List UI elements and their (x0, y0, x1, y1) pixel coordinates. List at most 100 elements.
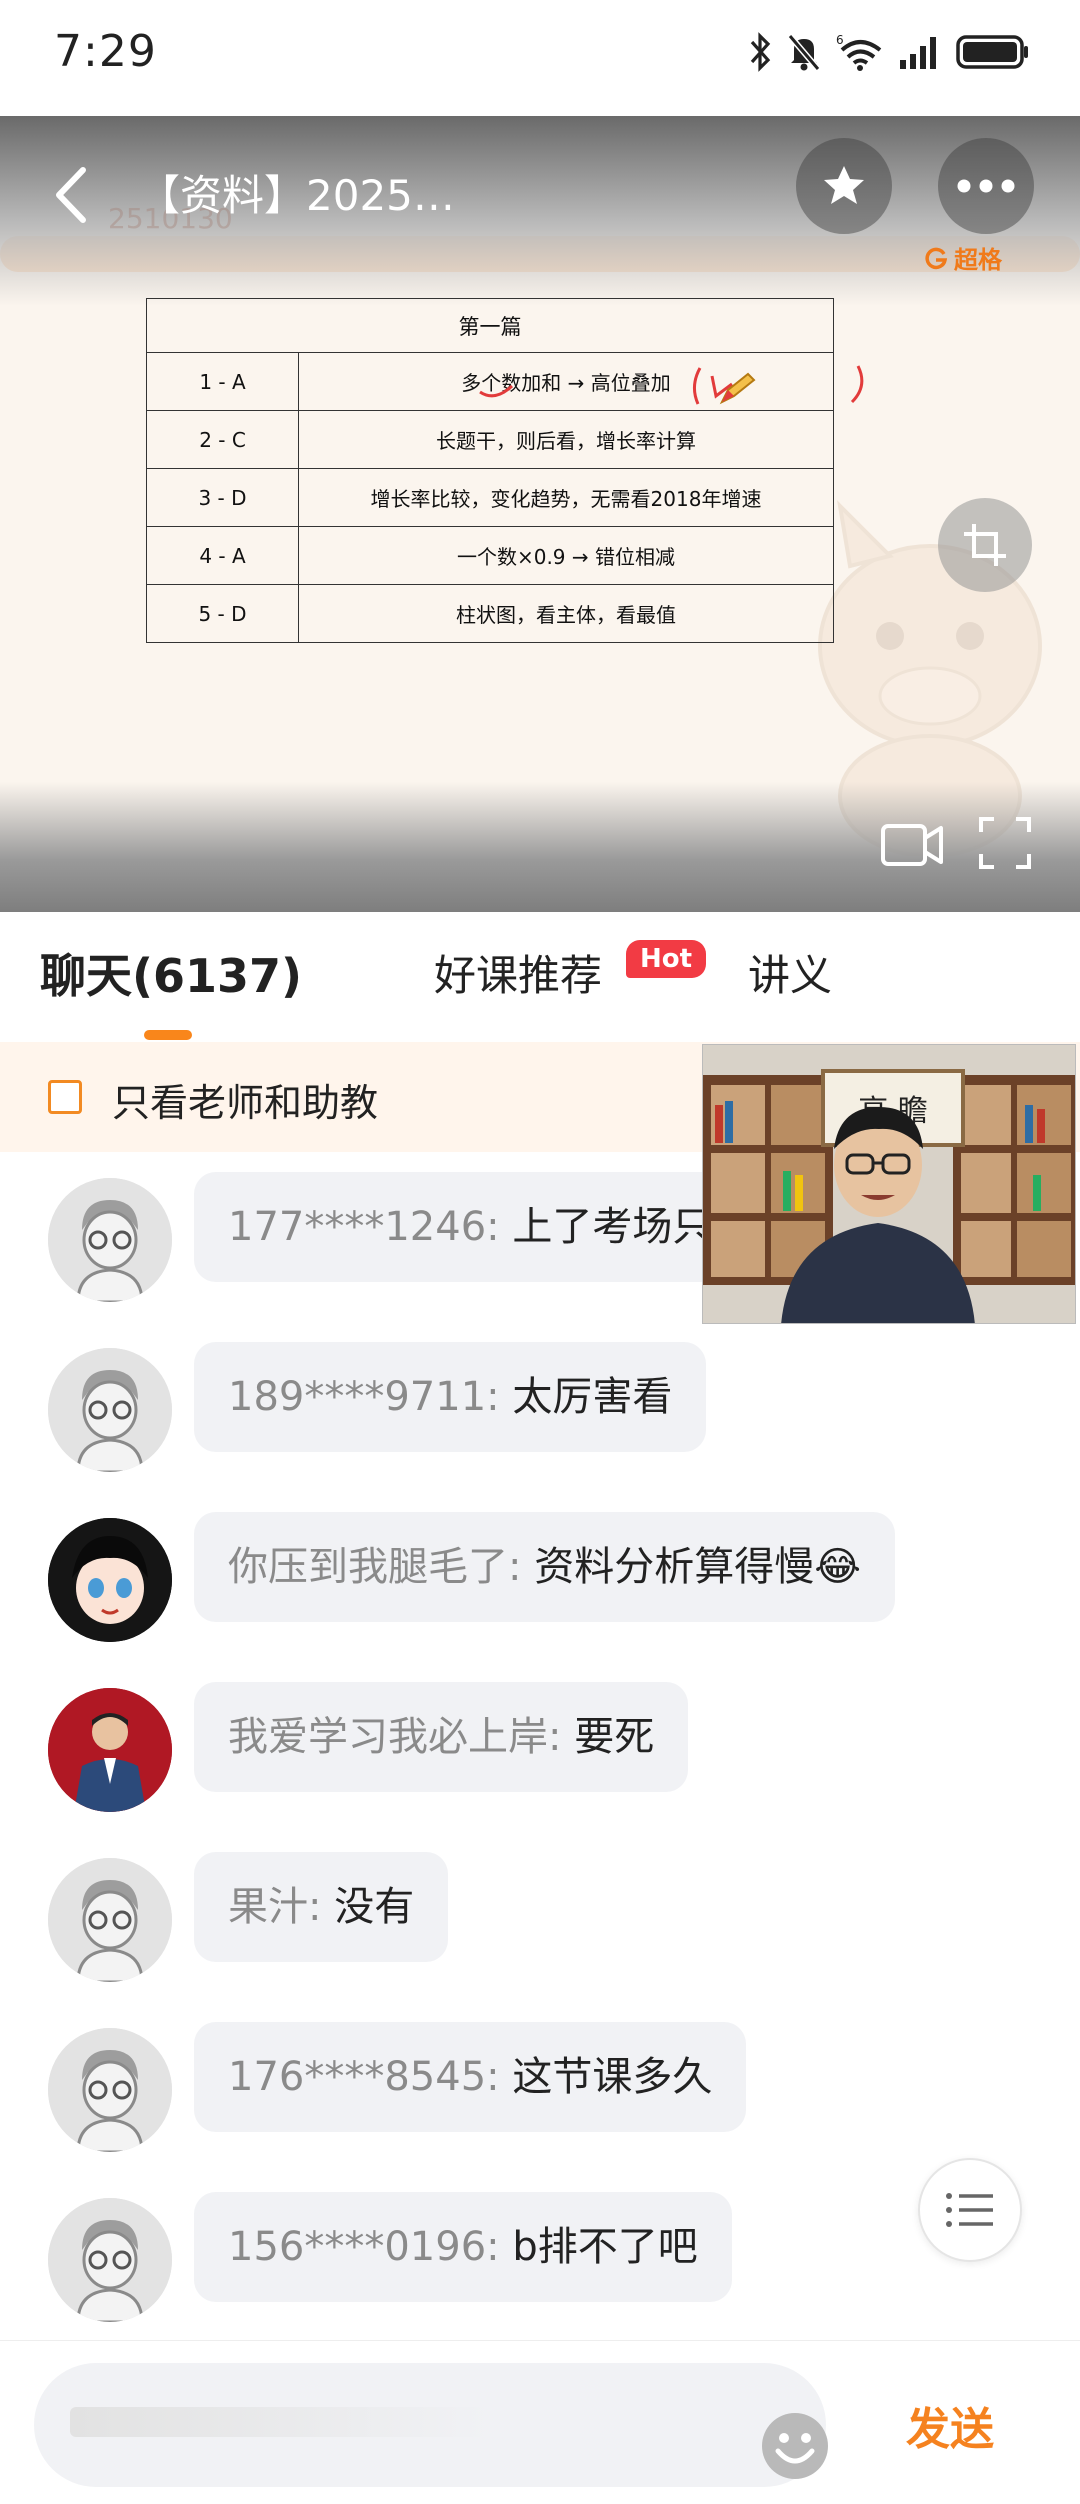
avatar[interactable] (48, 1518, 172, 1642)
message-text: 没有 (334, 1884, 415, 1930)
slide-row: 3 - D 增长率比较，变化趋势，无需看2018年增速 (146, 468, 834, 527)
tab-bar: 聊天(6137) 好课推荐 Hot 讲义 (0, 912, 1080, 1040)
slide-row: 5 - D 柱状图，看主体，看最值 (146, 584, 834, 643)
status-icons: 6 (748, 30, 1030, 74)
chevron-left-icon (56, 167, 86, 223)
message-bubble[interactable]: 果汁: 没有 (194, 1852, 449, 1962)
slide-row: 1 - A 多个数加和 → 高位叠加 (146, 352, 834, 411)
message-bubble[interactable]: 189****9711: 太厉害看 (194, 1342, 707, 1452)
message-input[interactable] (34, 2363, 828, 2487)
chat-message: 156****0196: b排不了吧 (0, 2172, 1080, 2322)
favorite-button[interactable] (796, 138, 892, 234)
list-icon (946, 2193, 993, 2227)
status-bar: 7:29 6 (0, 0, 1080, 116)
more-dots-icon (957, 179, 1015, 193)
message-bubble[interactable]: 我爱学习我必上岸: 要死 (194, 1682, 689, 1792)
chat-message: 你压到我腿毛了: 资料分析算得慢😂 (0, 1492, 1080, 1642)
message-author: 189****9711: (228, 1374, 500, 1420)
message-author: 156****0196: (228, 2224, 500, 2270)
video-player[interactable]: 2510130 超格 第一篇 1 - A 多个数加和 → 高位叠加 2 - C 长题… (0, 116, 1080, 912)
brand-name: 超格 (954, 246, 1002, 274)
message-bubble[interactable]: 176****8545: 这节课多久 (194, 2022, 747, 2132)
star-icon (824, 166, 864, 204)
video-title: 【资料】2025… (138, 171, 455, 220)
tab-chat[interactable]: 聊天(6137) (40, 940, 302, 1006)
live-class-app: 7:29 6 2510130 超格 第一篇 1 - A多个数加和 → 高位叠加 (0, 0, 1080, 2504)
message-text: 这节课多久 (512, 2054, 713, 2100)
screenshot-crop-button[interactable] (938, 498, 1032, 592)
slide-table-header: 第一篇 (146, 298, 834, 353)
chat-list[interactable]: 177****1246: 上了考场只 189****9711: 太厉害看 你压到… (0, 1152, 1080, 2342)
slide-row: 2 - C 长题干，则后看，增长率计算 (146, 410, 834, 469)
teacher-only-checkbox[interactable] (48, 1080, 82, 1114)
menu-list-button[interactable] (918, 2158, 1022, 2262)
message-text: b排不了吧 (512, 2224, 698, 2270)
bluetooth-icon (750, 32, 771, 72)
slide-answer: 5 - D (146, 584, 299, 643)
emoji-icon[interactable] (760, 2411, 830, 2481)
battery-icon (956, 35, 1028, 69)
slide-note: 长题干，则后看，增长率计算 (298, 410, 834, 469)
message-author: 176****8545: (228, 2054, 500, 2100)
camera-toggle-icon[interactable] (880, 816, 944, 870)
default-avatar-icon (48, 1858, 172, 1982)
default-avatar-icon (48, 1178, 172, 1302)
slide-row: 4 - A 一个数×0.9 → 错位相减 (146, 526, 834, 585)
avatar[interactable] (48, 1348, 172, 1472)
slide-note: 一个数×0.9 → 错位相减 (298, 526, 834, 585)
message-text: 上了考场只 (512, 1204, 713, 1250)
default-avatar-icon (48, 2198, 172, 2322)
hot-badge: Hot (626, 940, 707, 978)
brand-logo: 超格 (924, 240, 1002, 275)
default-avatar-icon (48, 2028, 172, 2152)
message-author: 177****1246: (228, 1204, 500, 1250)
message-text: 要死 (574, 1714, 655, 1760)
man-photo-avatar-icon (48, 1688, 172, 1812)
message-bubble[interactable]: 177****1246: 上了考场只 (194, 1172, 747, 1282)
slide-answer: 3 - D (146, 468, 299, 527)
tab-notes[interactable]: 讲义 (748, 942, 832, 1003)
default-avatar-icon (48, 1348, 172, 1472)
crop-icon (964, 524, 1006, 566)
chat-message: 我爱学习我必上岸: 要死 (0, 1662, 1080, 1812)
teacher-video-frame: 高 瞻 (703, 1045, 1075, 1323)
message-bubble[interactable]: 你压到我腿毛了: 资料分析算得慢😂 (194, 1512, 895, 1622)
svg-text:6: 6 (836, 33, 844, 47)
send-button[interactable]: 发送 (906, 2393, 994, 2457)
active-tab-indicator (144, 1030, 192, 1040)
chat-message: 176****8545: 这节课多久 (0, 2002, 1080, 2152)
avatar[interactable] (48, 1858, 172, 1982)
fullscreen-icon[interactable] (978, 816, 1032, 870)
message-bubble[interactable]: 156****0196: b排不了吧 (194, 2192, 732, 2302)
slide-answer: 1 - A (146, 352, 299, 411)
slide-answer: 4 - A (146, 526, 299, 585)
slide-note: 增长率比较，变化趋势，无需看2018年增速 (298, 468, 834, 527)
anime-girl-avatar-icon (48, 1518, 172, 1642)
more-button[interactable] (938, 138, 1034, 234)
signal-icon (900, 37, 936, 69)
slide-note: 多个数加和 → 高位叠加 (298, 352, 834, 411)
slide-table-header-row: 第一篇 (146, 298, 834, 353)
slide-answer: 2 - C (146, 410, 299, 469)
brand-g-icon (925, 247, 948, 269)
teacher-only-label: 只看老师和助教 (112, 1081, 379, 1125)
avatar[interactable] (48, 1178, 172, 1302)
tab-recommend[interactable]: 好课推荐 (434, 942, 602, 1003)
avatar[interactable] (48, 1688, 172, 1812)
bell-muted-icon (787, 34, 821, 71)
message-text: 资料分析算得慢😂 (534, 1544, 861, 1590)
slide-answer-table: 第一篇 1 - A 多个数加和 → 高位叠加 2 - C 长题干，则后看，增长率计算… (146, 298, 834, 643)
message-input-bar: 发送 (0, 2340, 1080, 2504)
input-text-blurred (70, 2407, 490, 2437)
avatar[interactable] (48, 2198, 172, 2322)
message-author: 你压到我腿毛了: (228, 1544, 522, 1590)
wifi-icon: 6 (836, 33, 882, 71)
message-author: 我爱学习我必上岸: (228, 1714, 562, 1760)
avatar[interactable] (48, 2028, 172, 2152)
teacher-camera-pip[interactable]: 高 瞻 (702, 1044, 1076, 1324)
chat-message: 189****9711: 太厉害看 (0, 1322, 1080, 1472)
message-text: 太厉害看 (512, 1374, 673, 1420)
slide-note: 柱状图，看主体，看最值 (298, 584, 834, 643)
back-button[interactable] (42, 158, 98, 232)
message-author: 果汁: (228, 1884, 322, 1930)
